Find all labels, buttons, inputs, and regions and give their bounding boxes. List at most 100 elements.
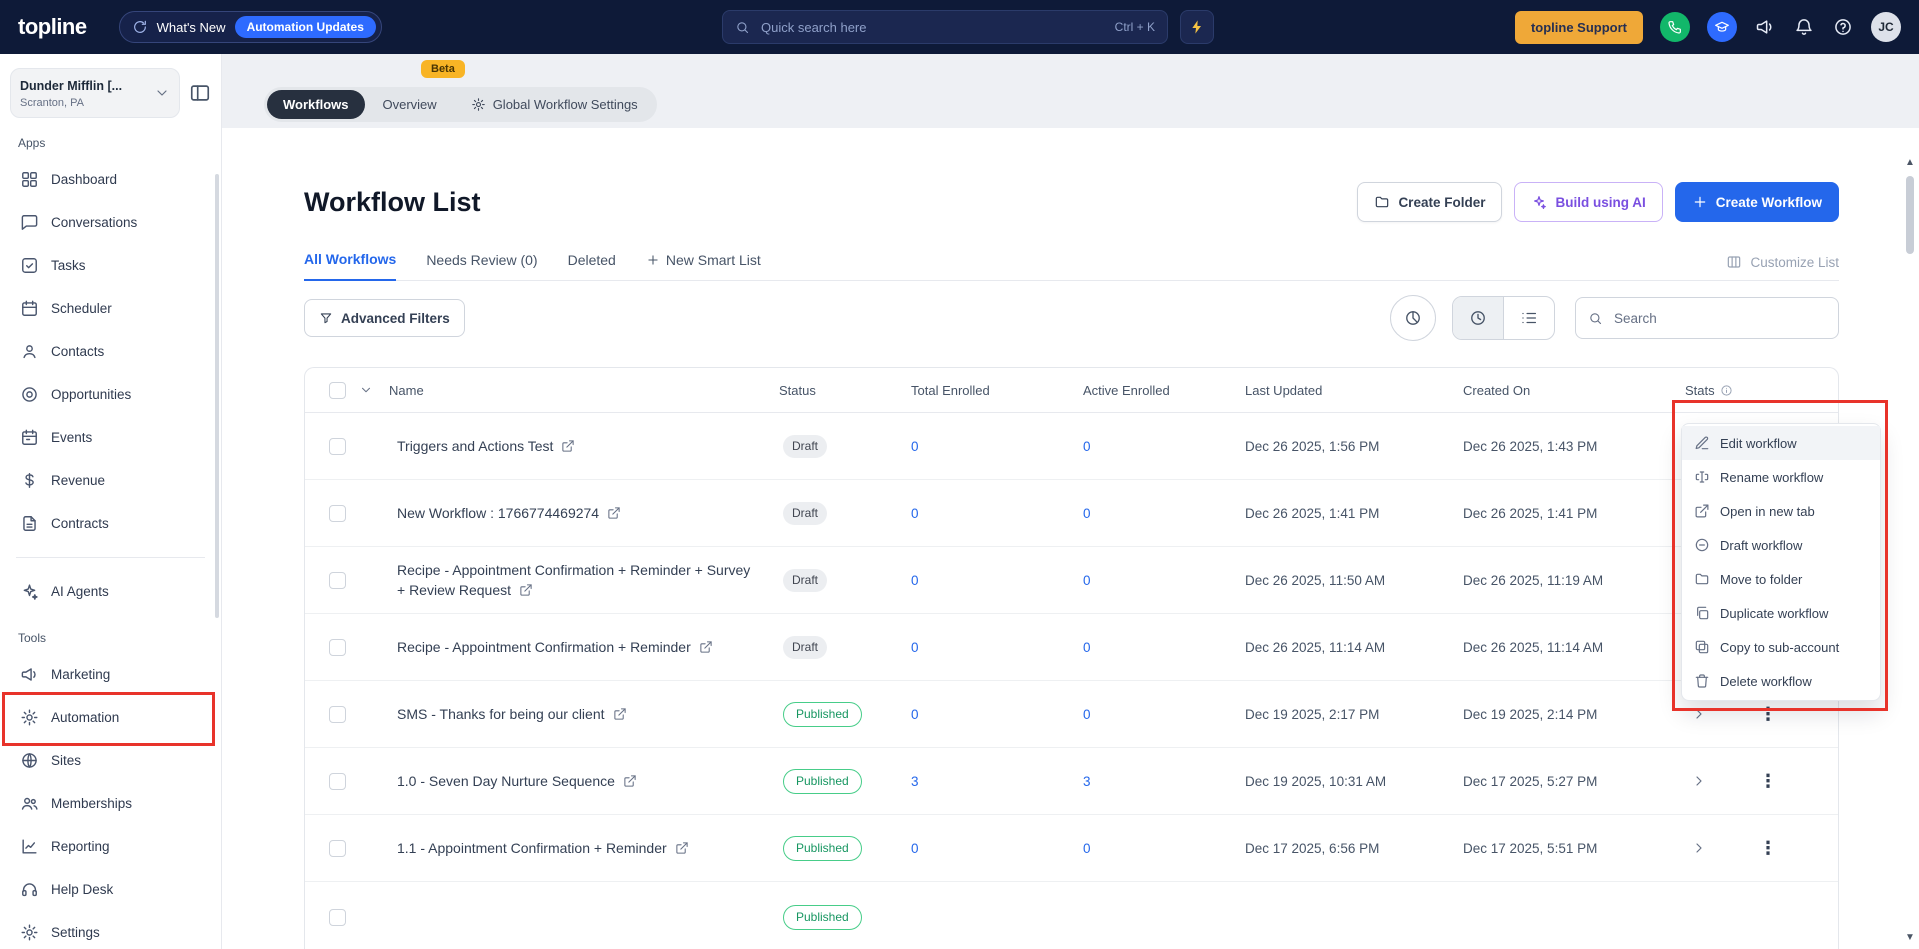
quick-actions-button[interactable] [1180,10,1214,44]
open-workflow-icon[interactable] [675,841,689,855]
workflow-name-link[interactable]: SMS - Thanks for being our client [397,706,605,722]
row-checkbox[interactable] [329,773,346,790]
sidebar-item-tasks[interactable]: Tasks [10,244,211,287]
sidebar-item-dashboard[interactable]: Dashboard [10,158,211,201]
row-menu-icon[interactable]: ⋮ [1759,839,1777,857]
open-workflow-icon[interactable] [699,640,713,654]
menu-item-rename-workflow[interactable]: Rename workflow [1682,460,1880,494]
open-workflow-icon[interactable] [561,439,575,453]
expand-stats-icon[interactable] [1691,773,1707,789]
sidebar-item-events[interactable]: Events [10,416,211,459]
row-menu-icon[interactable]: ⋮ [1759,772,1777,790]
expand-stats-icon[interactable] [1691,706,1707,722]
subnav-tab-workflows[interactable]: Workflows [267,90,365,119]
whats-new-button[interactable]: What's New Automation Updates [119,11,382,43]
expand-stats-icon[interactable] [1691,840,1707,856]
menu-item-draft-workflow[interactable]: Draft workflow [1682,528,1880,562]
automation-updates-badge[interactable]: Automation Updates [235,16,376,38]
scrollbar-thumb[interactable] [1906,176,1914,254]
workflow-name-link[interactable]: 1.1 - Appointment Confirmation + Reminde… [397,840,667,856]
build-using-ai-button[interactable]: Build using AI [1514,182,1662,222]
row-checkbox[interactable] [329,840,346,857]
grad-cap-icon[interactable] [1707,12,1737,42]
active-enrolled-value[interactable]: 0 [1083,573,1245,588]
open-workflow-icon[interactable] [613,707,627,721]
sidebar-scrollbar[interactable] [215,174,219,618]
tab-new-smart-list[interactable]: New Smart List [646,252,761,280]
chevron-down-icon[interactable] [359,383,373,397]
active-enrolled-value[interactable]: 0 [1083,506,1245,521]
workflow-search-input[interactable] [1612,310,1826,327]
sidebar-item-ai-agents[interactable]: AI Agents [10,570,211,613]
account-switcher[interactable]: Dunder Mifflin [... Scranton, PA [10,68,180,118]
total-enrolled-value[interactable]: 0 [911,707,1083,722]
support-button[interactable]: topline Support [1515,11,1643,44]
sidebar-item-settings[interactable]: Settings [10,911,211,949]
row-checkbox[interactable] [329,706,346,723]
select-all-checkbox[interactable] [329,382,346,399]
global-search-box[interactable]: Ctrl + K [722,10,1168,44]
row-checkbox[interactable] [329,639,346,656]
global-search-input[interactable] [759,19,1106,36]
row-checkbox[interactable] [329,909,346,926]
recent-view-button[interactable] [1453,297,1503,339]
sidebar-item-reporting[interactable]: Reporting [10,825,211,868]
subnav-tab-overview[interactable]: Overview [367,90,453,119]
workflow-name-link[interactable]: Recipe - Appointment Confirmation + Remi… [397,562,750,598]
active-enrolled-value[interactable]: 0 [1083,439,1245,454]
tab-deleted[interactable]: Deleted [568,252,616,280]
user-avatar[interactable]: JC [1871,12,1901,42]
row-checkbox[interactable] [329,438,346,455]
sidebar-item-contacts[interactable]: Contacts [10,330,211,373]
open-workflow-icon[interactable] [623,774,637,788]
total-enrolled-value[interactable]: 0 [911,439,1083,454]
menu-item-open-in-new-tab[interactable]: Open in new tab [1682,494,1880,528]
bell-icon[interactable] [1793,16,1815,38]
workflow-name-link[interactable]: 1.0 - Seven Day Nurture Sequence [397,773,615,789]
active-enrolled-value[interactable]: 3 [1083,774,1245,789]
scroll-down-arrow[interactable]: ▼ [1905,933,1915,943]
sidebar-item-contracts[interactable]: Contracts [10,502,211,545]
sidebar-item-automation[interactable]: Automation [10,696,211,739]
menu-item-delete-workflow[interactable]: Delete workflow [1682,664,1880,698]
menu-item-copy-to-sub-account[interactable]: Copy to sub-account [1682,630,1880,664]
active-enrolled-value[interactable]: 0 [1083,841,1245,856]
workflow-name-link[interactable]: Recipe - Appointment Confirmation + Remi… [397,639,691,655]
total-enrolled-value[interactable]: 0 [911,640,1083,655]
list-view-button[interactable] [1503,297,1554,339]
open-workflow-icon[interactable] [519,583,533,597]
customize-list-button[interactable]: Customize List [1726,254,1839,280]
vertical-scrollbar[interactable]: ▲ ▼ [1903,158,1917,943]
phone-icon[interactable] [1660,12,1690,42]
sidebar-item-marketing[interactable]: Marketing [10,653,211,696]
menu-item-duplicate-workflow[interactable]: Duplicate workflow [1682,596,1880,630]
create-workflow-button[interactable]: Create Workflow [1675,182,1839,222]
sidebar-item-conversations[interactable]: Conversations [10,201,211,244]
sidebar-item-scheduler[interactable]: Scheduler [10,287,211,330]
sidebar-item-memberships[interactable]: Memberships [10,782,211,825]
advanced-filters-button[interactable]: Advanced Filters [304,299,465,337]
total-enrolled-value[interactable]: 0 [911,506,1083,521]
megaphone-icon[interactable] [1754,16,1776,38]
menu-item-edit-workflow[interactable]: Edit workflow [1682,426,1880,460]
workflow-search-box[interactable] [1575,297,1839,339]
chart-view-button[interactable] [1390,295,1436,341]
active-enrolled-value[interactable]: 0 [1083,640,1245,655]
tab-needs-review-0[interactable]: Needs Review (0) [426,252,537,280]
workflow-name-link[interactable]: Triggers and Actions Test [397,438,553,454]
workflow-name-link[interactable]: New Workflow : 1766774469274 [397,505,599,521]
sidebar-item-opportunities[interactable]: Opportunities [10,373,211,416]
row-checkbox[interactable] [329,505,346,522]
total-enrolled-value[interactable]: 3 [911,774,1083,789]
menu-item-move-to-folder[interactable]: Move to folder [1682,562,1880,596]
scroll-up-arrow[interactable]: ▲ [1905,158,1915,168]
row-checkbox[interactable] [329,572,346,589]
tab-all-workflows[interactable]: All Workflows [304,251,396,281]
active-enrolled-value[interactable]: 0 [1083,707,1245,722]
row-menu-icon[interactable]: ⋮ [1759,705,1777,723]
subnav-tab-global-workflow-settings[interactable]: Global Workflow Settings [455,90,654,119]
sidebar-item-revenue[interactable]: Revenue [10,459,211,502]
total-enrolled-value[interactable]: 0 [911,841,1083,856]
sidebar-item-sites[interactable]: Sites [10,739,211,782]
help-icon[interactable] [1832,16,1854,38]
